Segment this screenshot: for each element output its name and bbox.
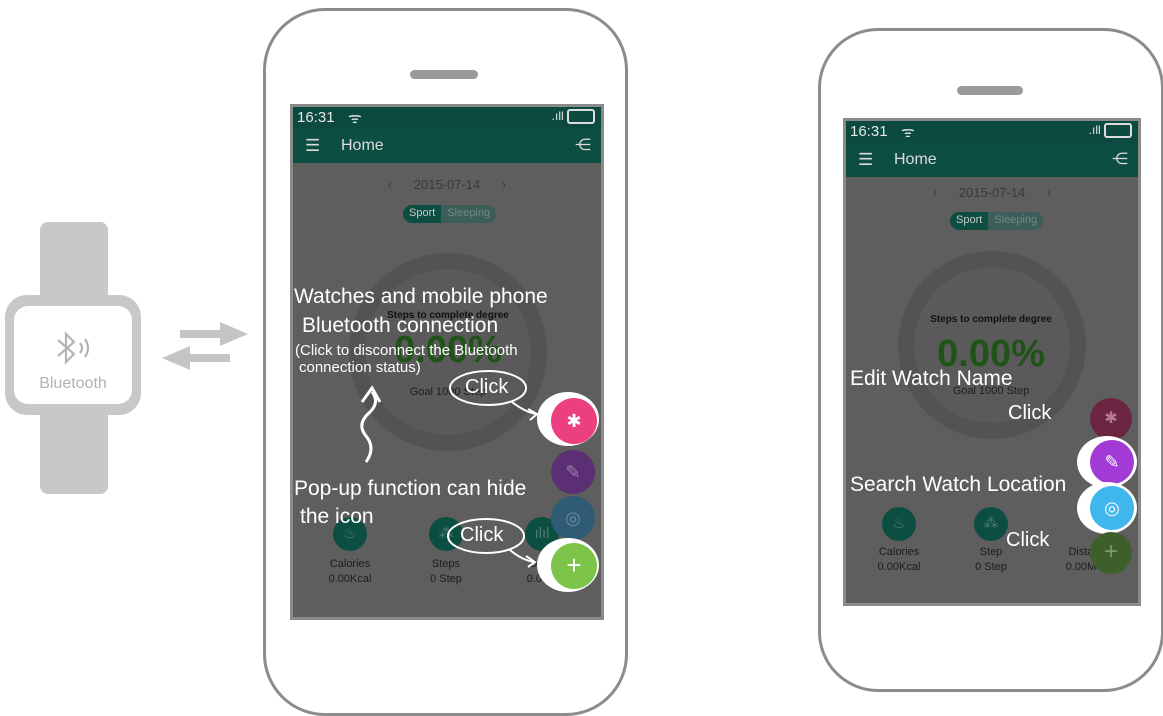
battery-icon: [1104, 123, 1132, 139]
stat-calories: Calories 0.00Kcal: [864, 545, 934, 575]
click-label: Click: [1008, 402, 1052, 424]
signal-icon: .ıll: [1088, 123, 1101, 137]
stat-value: 0 Step: [975, 561, 1007, 573]
date-nav: ‹ 2015-07-14 ›: [846, 185, 1138, 200]
click-ellipse: [449, 370, 527, 406]
status-right-icons: .ıll: [1088, 123, 1132, 139]
mode-toggle: Sport Sleeping: [950, 212, 1044, 230]
next-date-button[interactable]: ›: [1047, 185, 1051, 200]
stat-value: 0.00Kcal: [877, 561, 921, 573]
annotation-edit-name: Edit Watch Name: [850, 367, 1013, 390]
footprint-icon: ⁂: [974, 507, 1008, 541]
squiggle-arrow: [360, 391, 377, 463]
flame-icon: ♨: [882, 507, 916, 541]
prev-date-button[interactable]: ‹: [933, 185, 937, 200]
status-time: 16:31: [850, 123, 888, 140]
click-arrow: [509, 549, 535, 563]
date-label: 2015-07-14: [958, 185, 1026, 200]
bluetooth-icon: ✱: [1104, 410, 1118, 427]
phone-speaker-right: [957, 86, 1023, 95]
menu-icon[interactable]: ☰: [858, 150, 873, 170]
location-signal-icon: ◎: [1104, 498, 1120, 518]
share-icon[interactable]: ⋲: [1112, 149, 1128, 169]
edit-fab[interactable]: ✎: [1090, 440, 1134, 484]
status-bar: 16:31 ᯤ .ıll: [846, 121, 1138, 143]
tab-sport[interactable]: Sport: [950, 212, 989, 230]
steps-label: Steps to complete degree: [930, 314, 1052, 325]
page-title: Home: [894, 151, 937, 168]
add-fab[interactable]: +: [1090, 532, 1132, 574]
annotation-search-location: Search Watch Location: [850, 473, 1067, 496]
phone-screen-right: 16:31 ᯤ .ıll ☰ Home ⋲ ‹ 2015-07-14 › Spo…: [843, 118, 1141, 606]
plus-icon: +: [1103, 538, 1118, 565]
click-label: Click: [1006, 529, 1050, 551]
bluetooth-fab[interactable]: ✱: [1090, 398, 1132, 440]
pencil-icon: ✎: [1104, 452, 1120, 472]
app-bar: ☰ Home ⋲: [846, 143, 1138, 177]
location-fab[interactable]: ◎: [1090, 486, 1134, 530]
tab-sleeping[interactable]: Sleeping: [988, 212, 1044, 230]
wifi-icon: ᯤ: [901, 124, 915, 141]
click-ellipse: [447, 518, 525, 554]
stat-label: Calories: [878, 546, 920, 558]
